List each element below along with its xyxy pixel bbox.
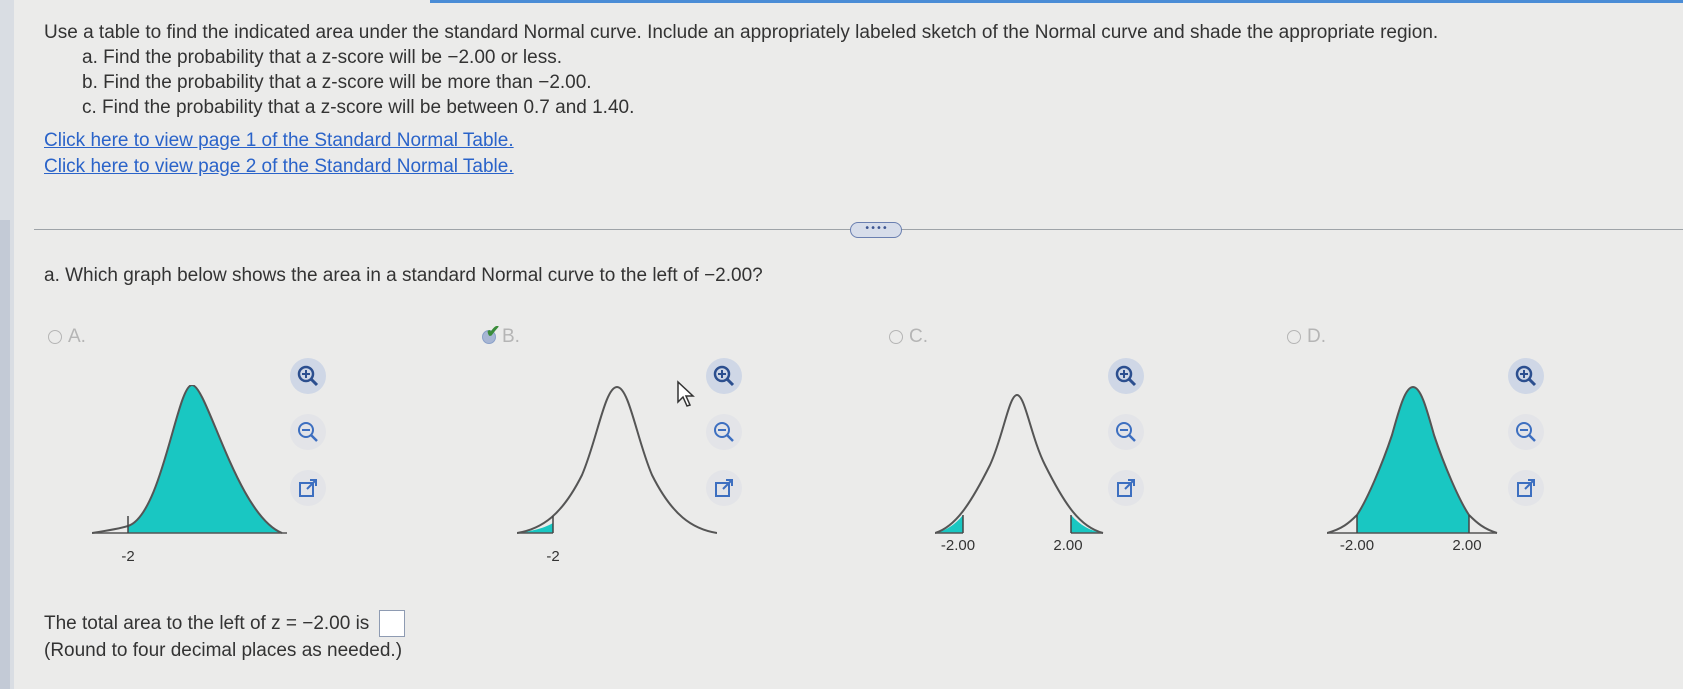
popout-button[interactable]: [1508, 470, 1544, 506]
zoom-out-button[interactable]: [1108, 414, 1144, 450]
popout-icon: [1517, 479, 1535, 497]
zoom-out-icon: [714, 422, 734, 442]
option-d-radio[interactable]: [1287, 330, 1301, 344]
option-a[interactable]: A.: [48, 326, 86, 348]
question-part-c: c. Find the probability that a z-score w…: [82, 97, 635, 118]
question-part-a: a. Find the probability that a z-score w…: [82, 47, 562, 68]
graph-c-tick-left: -2.00: [940, 537, 976, 554]
graph-d-tick-left: -2.00: [1339, 537, 1375, 554]
graph-b-tick-label: -2: [546, 548, 560, 565]
zoom-out-button[interactable]: [706, 414, 742, 450]
answer-line: The total area to the left of z = −2.00 …: [44, 610, 405, 638]
graph-c: [935, 393, 1104, 534]
popout-icon: [1117, 479, 1135, 497]
zoom-out-icon: [1516, 422, 1536, 442]
option-c[interactable]: C.: [889, 326, 928, 348]
graph-a: [92, 385, 287, 534]
zoom-out-button[interactable]: [290, 414, 326, 450]
answer-prompt: The total area to the left of z = −2.00 …: [44, 613, 370, 634]
table-links: Click here to view page 1 of the Standar…: [44, 128, 514, 180]
popout-button[interactable]: [1108, 470, 1144, 506]
left-strip-accent: [0, 220, 10, 689]
question-part-b: b. Find the probability that a z-score w…: [82, 72, 592, 93]
zoom-in-button[interactable]: [1508, 358, 1544, 394]
top-accent-line: [430, 0, 1683, 3]
option-b-radio[interactable]: ✔: [482, 322, 500, 344]
part-a-question: a. Which graph below shows the area in a…: [44, 265, 763, 286]
zoom-in-icon: [1515, 365, 1537, 387]
graph-a-tick-label: -2: [121, 548, 135, 565]
option-c-label: C.: [909, 326, 928, 347]
popout-button[interactable]: [706, 470, 742, 506]
option-b[interactable]: ✔ B.: [482, 322, 520, 348]
zoom-in-icon: [713, 365, 735, 387]
graph-d-shaded-region: [1357, 387, 1469, 533]
zoom-in-icon: [1115, 365, 1137, 387]
graph-c-right-tail: [1071, 515, 1103, 533]
zoom-out-icon: [298, 422, 318, 442]
graph-d: [1327, 385, 1498, 534]
graph-c-curve: [935, 393, 1104, 534]
option-b-label: B.: [502, 326, 520, 347]
question-intro: Use a table to find the indicated area u…: [44, 22, 1439, 43]
table-page-1-link[interactable]: Click here to view page 1 of the Standar…: [44, 128, 514, 154]
option-a-label: A.: [68, 326, 86, 347]
graph-d-tick-right: 2.00: [1452, 537, 1482, 554]
zoom-out-icon: [1116, 422, 1136, 442]
popout-icon: [715, 479, 733, 497]
checkmark-icon: ✔: [486, 322, 501, 341]
answer-input[interactable]: [378, 610, 405, 638]
zoom-out-button[interactable]: [1508, 414, 1544, 450]
zoom-in-button[interactable]: [1108, 358, 1144, 394]
zoom-in-button[interactable]: [706, 358, 742, 394]
graph-a-shaded-region: [128, 385, 282, 533]
answer-block: The total area to the left of z = −2.00 …: [44, 610, 405, 664]
popout-button[interactable]: [290, 470, 326, 506]
graph-c-tick-right: 2.00: [1053, 537, 1083, 554]
question-block: Use a table to find the indicated area u…: [44, 20, 1438, 120]
zoom-in-button[interactable]: [290, 358, 326, 394]
option-d-label: D.: [1307, 326, 1326, 347]
option-c-radio[interactable]: [889, 330, 903, 344]
expand-button[interactable]: ••••: [850, 222, 902, 238]
cursor-arrow-icon: [677, 380, 695, 407]
answer-note: (Round to four decimal places as needed.…: [44, 640, 403, 662]
option-a-radio[interactable]: [48, 330, 62, 344]
option-d[interactable]: D.: [1287, 326, 1326, 348]
table-page-2-link[interactable]: Click here to view page 2 of the Standar…: [44, 154, 514, 180]
zoom-in-icon: [297, 365, 319, 387]
left-strip: [0, 0, 14, 689]
popout-icon: [299, 479, 317, 497]
